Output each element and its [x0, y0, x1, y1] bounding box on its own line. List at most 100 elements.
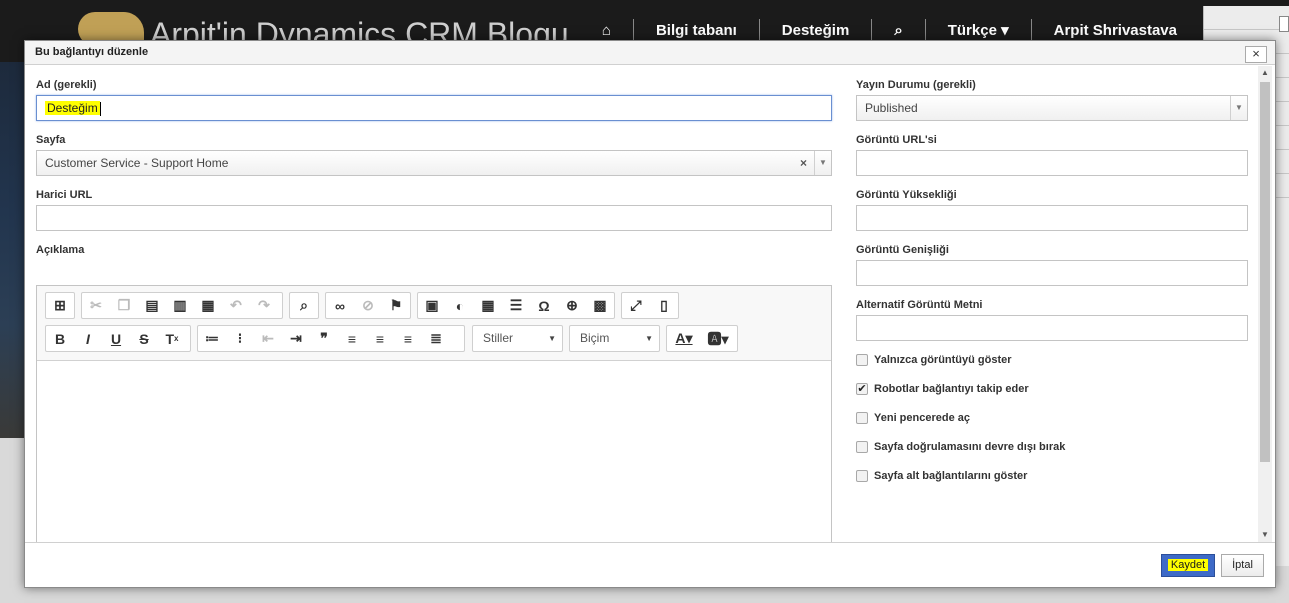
- nav-my-support[interactable]: Desteğim: [760, 19, 873, 41]
- toolbar-group-colors: A▾ 🅰▾: [666, 325, 738, 352]
- save-button[interactable]: Kaydet: [1161, 554, 1215, 577]
- outdent-icon[interactable]: ⇤: [254, 326, 282, 351]
- name-field[interactable]: Desteğim: [36, 95, 832, 121]
- dialog-title: Bu bağlantıyı düzenle: [35, 46, 149, 58]
- align-justify-icon[interactable]: ≣: [422, 326, 450, 351]
- text-caret: [99, 101, 101, 116]
- checkbox-robots-follow[interactable]: ✔: [856, 383, 868, 395]
- bulleted-list-icon[interactable]: ⁝: [226, 326, 254, 351]
- paste-text-icon[interactable]: ▥: [166, 293, 194, 318]
- toolbar-group-links: ∞ ⊘ ⚑: [325, 292, 411, 319]
- description-label: Açıklama: [36, 244, 85, 256]
- background-color-icon[interactable]: 🅰▾: [701, 326, 735, 351]
- text-color-icon[interactable]: A▾: [667, 326, 701, 351]
- format-label: Biçim: [580, 331, 610, 345]
- checkbox-new-window[interactable]: [856, 412, 868, 424]
- align-center-icon[interactable]: ≡: [366, 326, 394, 351]
- iframe-globe-icon[interactable]: ⊕: [558, 293, 586, 318]
- dialog-body: Ad (gerekli) Desteğim Sayfa Customer Ser…: [25, 66, 1275, 542]
- italic-icon[interactable]: I: [74, 326, 102, 351]
- editor-content-area[interactable]: [37, 361, 831, 542]
- page-break-icon[interactable]: ▩: [586, 293, 614, 318]
- table-icon[interactable]: ▦: [474, 293, 502, 318]
- find-icon[interactable]: ⌕: [290, 293, 318, 318]
- chevron-down-icon[interactable]: ▼: [814, 151, 831, 175]
- bold-icon[interactable]: B: [46, 326, 74, 351]
- anchor-flag-icon[interactable]: ⚑: [382, 293, 410, 318]
- checkbox-image-only[interactable]: [856, 354, 868, 366]
- status-value: Published: [865, 101, 918, 115]
- nav-language[interactable]: Türkçe ▾: [926, 19, 1032, 41]
- styles-dropdown[interactable]: Stiller ▼: [472, 325, 563, 352]
- cut-icon[interactable]: ✂: [82, 293, 110, 318]
- strike-icon[interactable]: S: [130, 326, 158, 351]
- toolbar-group-clipboard: ✂ ❐ ▤ ▥ ▦ ↶ ↷: [81, 292, 283, 319]
- nav-user[interactable]: Arpit Shrivastava: [1032, 19, 1199, 41]
- align-right-icon[interactable]: ≡: [394, 326, 422, 351]
- alt-text-field[interactable]: [856, 315, 1248, 341]
- name-value: Desteğim: [45, 101, 100, 115]
- underline-icon[interactable]: U: [102, 326, 130, 351]
- toolbar-group-insert: ▣ ◐ ▦ ☰ Ω ⊕ ▩: [417, 292, 615, 319]
- scroll-up-icon[interactable]: ▲: [1258, 66, 1272, 80]
- alt-text-label: Alternatif Görüntü Metni: [856, 299, 983, 311]
- source-icon[interactable]: ⊞: [46, 293, 74, 318]
- indent-icon[interactable]: ⇥: [282, 326, 310, 351]
- editor-toolbar: ⊞ ✂ ❐ ▤ ▥ ▦ ↶ ↷ ⌕ ∞ ⊘ ⚑ ▣ ◐ ▦ ☰ Ω ⊕ ▩ ⤢ …: [37, 286, 831, 361]
- image-height-label: Görüntü Yüksekliği: [856, 189, 957, 201]
- flash-icon[interactable]: ◐: [446, 293, 474, 318]
- horizontal-line-icon[interactable]: ☰: [502, 293, 530, 318]
- scrollbar-thumb[interactable]: [1260, 82, 1270, 462]
- remove-format-icon[interactable]: Tx: [158, 326, 186, 351]
- edit-link-dialog: Bu bağlantıyı düzenle × Ad (gerekli) Des…: [24, 40, 1276, 588]
- checkbox-disable-validation[interactable]: [856, 441, 868, 453]
- checkbox-new-window-label: Yeni pencerede aç: [874, 412, 970, 424]
- page-label: Sayfa: [36, 134, 66, 146]
- side-panel-close[interactable]: [1279, 16, 1289, 32]
- numbered-list-icon[interactable]: ≔: [198, 326, 226, 351]
- description-editor: ⊞ ✂ ❐ ▤ ▥ ▦ ↶ ↷ ⌕ ∞ ⊘ ⚑ ▣ ◐ ▦ ☰ Ω ⊕ ▩ ⤢ …: [36, 285, 832, 542]
- toolbar-group-find: ⌕: [289, 292, 319, 319]
- image-height-field[interactable]: [856, 205, 1248, 231]
- undo-icon[interactable]: ↶: [222, 293, 250, 318]
- copy-icon[interactable]: ❐: [110, 293, 138, 318]
- clear-icon[interactable]: ×: [800, 151, 807, 175]
- checkbox-show-sublinks-label: Sayfa alt bağlantılarını göster: [874, 470, 1028, 482]
- blockquote-icon[interactable]: ❞: [310, 326, 338, 351]
- dialog-header: Bu bağlantıyı düzenle ×: [25, 41, 1275, 65]
- link-icon[interactable]: ∞: [326, 293, 354, 318]
- toolbar-group-view: ⤢ ▯: [621, 292, 679, 319]
- close-icon[interactable]: ×: [1245, 46, 1267, 63]
- redo-icon[interactable]: ↷: [250, 293, 278, 318]
- align-left-icon[interactable]: ≡: [338, 326, 366, 351]
- page-select[interactable]: Customer Service - Support Home × ▼: [36, 150, 832, 176]
- show-blocks-icon[interactable]: ▯: [650, 293, 678, 318]
- paste-word-icon[interactable]: ▦: [194, 293, 222, 318]
- dialog-footer: Kaydet İptal: [25, 542, 1275, 587]
- home-icon[interactable]: ⌂: [580, 19, 634, 41]
- external-url-field[interactable]: [36, 205, 832, 231]
- save-label: Kaydet: [1167, 559, 1209, 571]
- checkbox-image-only-label: Yalnızca görüntüyü göster: [874, 354, 1012, 366]
- image-width-field[interactable]: [856, 260, 1248, 286]
- dialog-scrollbar[interactable]: ▲ ▼: [1258, 66, 1272, 542]
- special-char-icon[interactable]: Ω: [530, 293, 558, 318]
- image-url-label: Görüntü URL'si: [856, 134, 937, 146]
- scroll-down-icon[interactable]: ▼: [1258, 528, 1272, 542]
- image-url-field[interactable]: [856, 150, 1248, 176]
- image-width-label: Görüntü Genişliği: [856, 244, 949, 256]
- nav-knowledge-base[interactable]: Bilgi tabanı: [634, 19, 760, 41]
- chevron-down-icon[interactable]: ▼: [1230, 96, 1247, 120]
- image-icon[interactable]: ▣: [418, 293, 446, 318]
- maximize-icon[interactable]: ⤢: [622, 293, 650, 318]
- format-dropdown[interactable]: Biçim ▼: [569, 325, 660, 352]
- search-icon[interactable]: ⌕: [872, 19, 926, 41]
- toolbar-group-paragraph: ≔ ⁝ ⇤ ⇥ ❞ ≡ ≡ ≡ ≣: [197, 325, 465, 352]
- paste-icon[interactable]: ▤: [138, 293, 166, 318]
- status-select[interactable]: Published ▼: [856, 95, 1248, 121]
- unlink-icon[interactable]: ⊘: [354, 293, 382, 318]
- checkbox-show-sublinks[interactable]: [856, 470, 868, 482]
- chevron-down-icon: ▼: [645, 334, 653, 343]
- toolbar-group-source: ⊞: [45, 292, 75, 319]
- cancel-button[interactable]: İptal: [1221, 554, 1264, 577]
